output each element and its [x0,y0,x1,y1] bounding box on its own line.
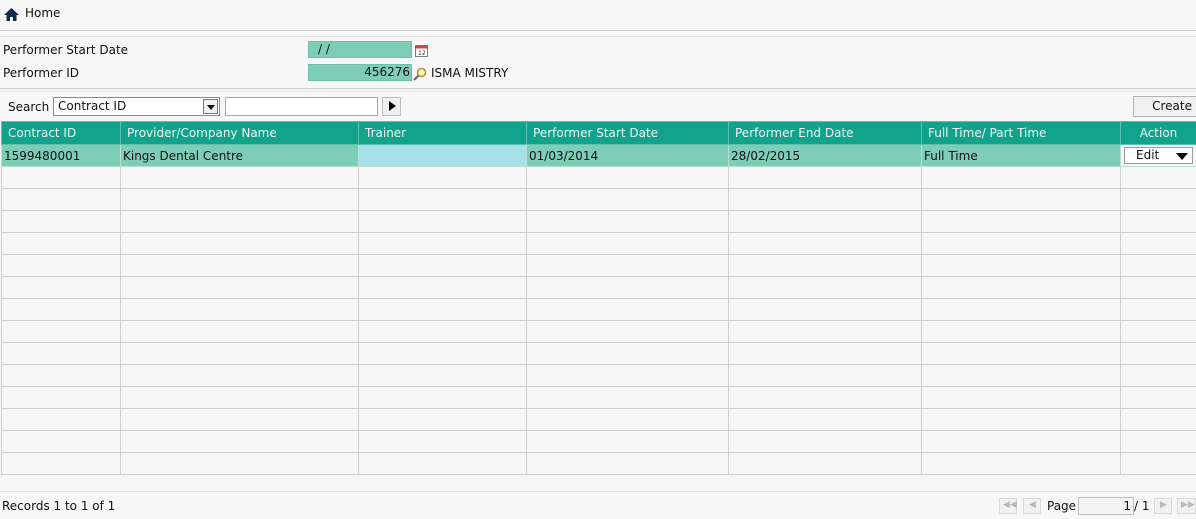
cell-time-type[interactable]: Full Time [921,144,1121,167]
page-number-input[interactable]: 1 [1078,497,1134,515]
empty-row [1,232,1196,255]
empty-row [1,408,1196,431]
search-field-select[interactable]: Contract ID [53,97,220,116]
edit-label: Edit [1136,148,1160,162]
empty-row [1,166,1196,189]
edit-dropdown-button[interactable]: Edit [1124,147,1193,164]
empty-row [1,210,1196,233]
page-total: / 1 [1134,499,1150,513]
top-bar: Home [0,0,1196,31]
cell-end-date[interactable]: 28/02/2015 [728,144,922,167]
search-input[interactable] [225,97,378,116]
cell-provider[interactable]: Kings Dental Centre [120,144,359,167]
empty-row [1,254,1196,277]
search-icon[interactable] [413,67,427,81]
previous-page-icon[interactable]: ◀ [1023,498,1041,514]
home-link[interactable]: Home [25,6,60,20]
empty-row [1,276,1196,299]
performer-name: ISMA MISTRY [431,66,509,80]
first-page-icon[interactable]: ◀◀ [999,498,1017,514]
chevron-down-icon[interactable] [203,99,218,114]
home-icon[interactable] [4,8,19,21]
svg-text:12: 12 [418,50,426,57]
column-header-provider[interactable]: Provider/Company Name [120,121,359,145]
empty-row [1,342,1196,365]
empty-row [1,364,1196,387]
column-header-contract-id[interactable]: Contract ID [1,121,121,145]
performer-id-label: Performer ID [3,66,80,80]
start-date-field[interactable]: / / [308,41,412,58]
search-field-selected: Contract ID [58,99,127,113]
column-header-end-date[interactable]: Performer End Date [728,121,922,145]
column-header-action: Action [1120,121,1196,145]
page-label: Page [1047,499,1077,513]
performer-id-field[interactable]: 456276 [308,64,412,81]
empty-row [1,298,1196,321]
empty-row [1,386,1196,409]
records-count: Records 1 to 1 of 1 [2,499,116,513]
calendar-icon[interactable]: 12 [415,44,428,57]
table-row[interactable]: 1599480001 Kings Dental Centre 01/03/201… [1,144,1196,167]
empty-row [1,188,1196,211]
last-page-icon[interactable]: ▶▶ [1177,498,1196,514]
table-header-row: Contract ID Provider/Company Name Traine… [1,121,1196,145]
chevron-down-icon[interactable] [1176,153,1188,160]
divider [0,36,1196,37]
contracts-table: Contract ID Provider/Company Name Traine… [1,121,1196,475]
column-header-start-date[interactable]: Performer Start Date [526,121,729,145]
column-header-time-type[interactable]: Full Time/ Part Time [921,121,1121,145]
start-date-label: Performer Start Date [3,43,129,57]
divider [0,91,1196,92]
cell-action: Edit [1120,144,1196,167]
search-label: Search [8,100,50,114]
column-header-trainer[interactable]: Trainer [358,121,527,145]
go-arrow-button[interactable] [382,97,401,116]
start-date-value: / / [318,42,330,56]
cell-start-date[interactable]: 01/03/2014 [526,144,729,167]
divider [0,88,1196,89]
empty-row [1,320,1196,343]
create-button[interactable]: Create [1133,96,1196,117]
next-page-icon[interactable]: ▶ [1154,498,1172,514]
empty-row [1,452,1196,475]
cell-contract-id[interactable]: 1599480001 [1,144,121,167]
performer-id-value: 456276 [364,65,410,79]
cell-trainer[interactable] [358,144,527,167]
empty-row [1,430,1196,453]
divider [0,491,1196,492]
